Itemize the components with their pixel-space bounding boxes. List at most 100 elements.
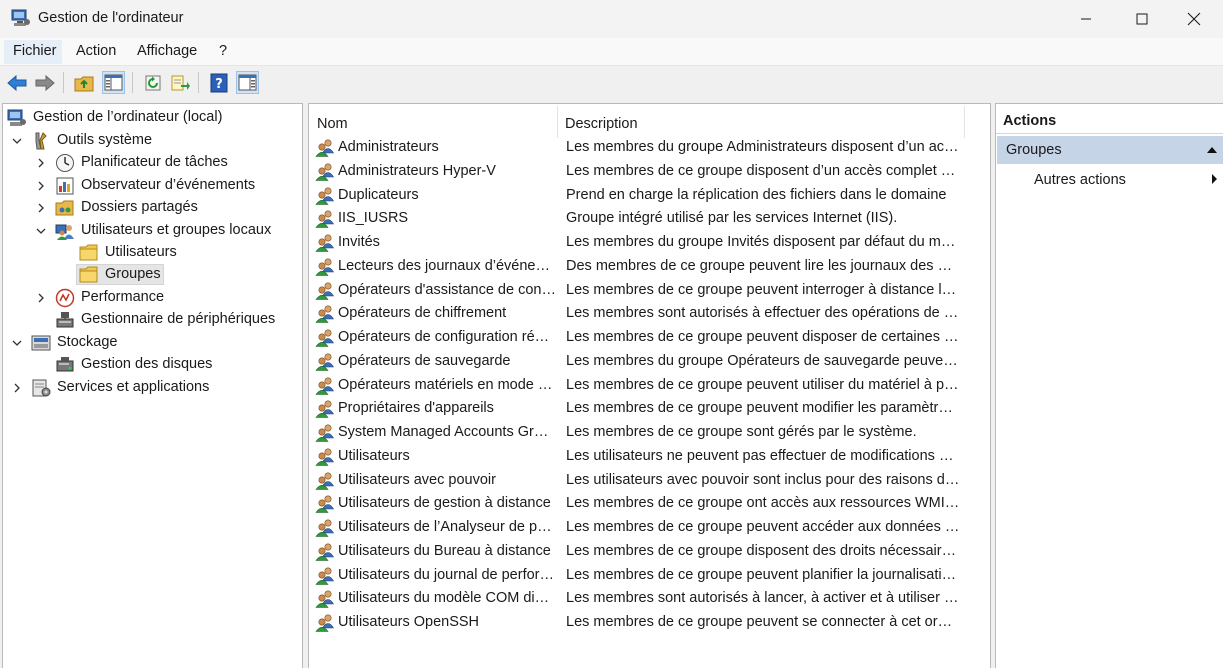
group-name: Opérateurs matériels en mode distant bbox=[338, 376, 556, 393]
help-button[interactable]: ? bbox=[207, 71, 230, 94]
computer-management-icon bbox=[11, 9, 30, 26]
list-item[interactable]: Utilisateurs OpenSSH Les membres de ce gr… bbox=[313, 611, 963, 634]
close-icon bbox=[1187, 12, 1201, 26]
tree-item-utilisateurs[interactable]: Utilisateurs bbox=[3, 242, 302, 264]
group-description: Prend en charge la réplication des fichi… bbox=[566, 186, 947, 203]
export-list-button[interactable] bbox=[168, 71, 191, 94]
minimize-button[interactable] bbox=[1057, 0, 1115, 38]
tree-item-gestion-ordinateur[interactable]: Gestion de l’ordinateur (local) bbox=[3, 107, 302, 129]
group-name: Duplicateurs bbox=[338, 186, 419, 203]
group-icon bbox=[315, 614, 335, 632]
maximize-button[interactable] bbox=[1113, 0, 1171, 38]
chevron-right-icon[interactable] bbox=[35, 180, 47, 192]
group-name: Utilisateurs du modèle COM distribué bbox=[338, 590, 556, 607]
tree-item-gestionnaire-peripheriques[interactable]: Gestionnaire de périphériques bbox=[3, 309, 302, 331]
collapse-up-icon[interactable] bbox=[1206, 146, 1218, 154]
group-icon bbox=[315, 186, 335, 205]
tree-item-dossiers-partages[interactable]: Dossiers partagés bbox=[3, 197, 302, 219]
list-item[interactable]: Opérateurs de sauvegarde Les membres du g… bbox=[313, 350, 963, 373]
minimize-icon bbox=[1081, 18, 1091, 20]
menu-action[interactable]: Action bbox=[76, 43, 116, 59]
forward-button[interactable] bbox=[33, 71, 56, 94]
up-folder-button[interactable] bbox=[72, 71, 95, 94]
show-hide-tree-icon bbox=[104, 74, 123, 91]
back-button[interactable] bbox=[5, 71, 28, 94]
group-name: Opérateurs de sauvegarde bbox=[338, 352, 511, 369]
results-list[interactable]: Nom Description Administrateurs Les membr… bbox=[308, 103, 991, 668]
tree-label: Performance bbox=[81, 289, 165, 305]
group-description: Les membres de ce groupe peuvent interro… bbox=[566, 281, 960, 298]
list-item[interactable]: Opérateurs de chiffrement Les membres son… bbox=[313, 302, 963, 325]
list-item[interactable]: Administrateurs Les membres du groupe Adm… bbox=[313, 136, 963, 159]
list-item[interactable]: Opérateurs matériels en mode distant Les … bbox=[313, 374, 963, 397]
tree-item-services-applications[interactable]: Services et applications bbox=[3, 377, 302, 399]
group-icon bbox=[315, 258, 335, 276]
list-item[interactable]: IIS_IUSRS Groupe intégré utilisé par les … bbox=[313, 207, 963, 230]
tree-label: Gestion de l’ordinateur (local) bbox=[33, 109, 223, 125]
title-bar: Gestion de l'ordinateur bbox=[0, 0, 1223, 38]
tree-label: Dossiers partagés bbox=[81, 199, 198, 215]
folder-icon bbox=[79, 266, 98, 283]
list-item[interactable]: Duplicateurs Prend en charge la réplicati… bbox=[313, 184, 963, 207]
tree-item-performance[interactable]: Performance bbox=[3, 287, 302, 309]
services-applications-icon bbox=[32, 379, 51, 397]
list-item[interactable]: Opérateurs de configuration réseau Les me… bbox=[313, 326, 963, 349]
chevron-right-icon[interactable] bbox=[35, 292, 47, 304]
group-description: Les membres de ce groupe sont gérés par … bbox=[566, 424, 917, 440]
list-item[interactable]: Utilisateurs de gestion à distance Les me… bbox=[313, 492, 963, 515]
refresh-button[interactable] bbox=[141, 71, 164, 94]
tree-item-utilisateurs-groupes-locaux[interactable]: Utilisateurs et groupes locaux bbox=[3, 220, 302, 242]
submenu-arrow-icon[interactable] bbox=[1211, 173, 1218, 185]
chevron-down-icon[interactable] bbox=[11, 135, 23, 147]
chevron-down-icon[interactable] bbox=[11, 337, 23, 349]
show-hide-action-pane-button[interactable] bbox=[236, 71, 259, 94]
chevron-right-icon[interactable] bbox=[35, 157, 47, 169]
list-item[interactable]: System Managed Accounts Group Les membres… bbox=[313, 421, 963, 444]
menu-help[interactable]: ? bbox=[219, 43, 227, 59]
group-description: Groupe intégré utilisé par les services … bbox=[566, 210, 898, 227]
tree-item-observateur[interactable]: Observateur d’événements bbox=[3, 175, 302, 197]
console-tree[interactable]: Gestion de l’ordinateur (local) Outils s… bbox=[2, 103, 303, 668]
chevron-right-icon[interactable] bbox=[11, 382, 23, 394]
list-item[interactable]: Utilisateurs Les utilisateurs ne peuvent … bbox=[313, 445, 963, 468]
toolbar: ? bbox=[0, 67, 1223, 98]
list-item[interactable]: Utilisateurs avec pouvoir Les utilisateur… bbox=[313, 469, 963, 492]
list-item[interactable]: Utilisateurs du Bureau à distance Les mem… bbox=[313, 540, 963, 563]
group-name: Invités bbox=[338, 234, 380, 250]
actions-group-groupes[interactable]: Groupes bbox=[997, 136, 1223, 164]
list-item[interactable]: Propriétaires d'appareils Les membres de … bbox=[313, 397, 963, 420]
list-item[interactable]: Administrateurs Hyper-V Les membres de ce… bbox=[313, 160, 963, 183]
actions-item-autres-actions[interactable]: Autres actions bbox=[1034, 172, 1126, 188]
tree-item-outils-systeme[interactable]: Outils système bbox=[3, 130, 302, 152]
column-header-nom[interactable]: Nom bbox=[317, 110, 348, 138]
tree-item-gestion-disques[interactable]: Gestion des disques bbox=[3, 354, 302, 376]
tree-label: Groupes bbox=[105, 266, 161, 282]
menu-fichier[interactable]: Fichier bbox=[13, 43, 57, 59]
group-icon bbox=[315, 495, 335, 514]
tree-label: Gestion des disques bbox=[81, 356, 213, 372]
list-item[interactable]: Opérateurs d'assistance de contrôle d'ac… bbox=[313, 279, 963, 302]
tree-label: Planificateur de tâches bbox=[81, 154, 228, 170]
tree-item-groupes[interactable]: Groupes bbox=[3, 264, 302, 286]
show-hide-tree-button[interactable] bbox=[102, 71, 125, 94]
menu-affichage[interactable]: Affichage bbox=[137, 43, 197, 59]
tree-item-stockage[interactable]: Stockage bbox=[3, 332, 302, 354]
column-header-description[interactable]: Description bbox=[565, 110, 638, 138]
group-icon bbox=[315, 329, 335, 347]
group-description: Les membres de ce groupe disposent d’un … bbox=[566, 162, 960, 179]
tree-item-planificateur[interactable]: Planificateur de tâches bbox=[3, 152, 302, 174]
list-item[interactable]: Invités Les membres du groupe Invités dis… bbox=[313, 231, 963, 254]
group-icon bbox=[315, 471, 335, 490]
list-item[interactable]: Utilisateurs de l’Analyseur de performan… bbox=[313, 516, 963, 539]
list-item[interactable]: Utilisateurs du modèle COM distribué Les … bbox=[313, 587, 963, 610]
actions-item-label: Autres actions bbox=[1034, 172, 1126, 188]
close-button[interactable] bbox=[1165, 0, 1223, 38]
group-description: Les membres de ce groupe peuvent planifi… bbox=[566, 566, 960, 583]
group-description: Les membres de ce groupe peuvent modifie… bbox=[566, 400, 960, 417]
group-description: Les utilisateurs ne peuvent pas effectue… bbox=[566, 447, 960, 464]
list-item[interactable]: Lecteurs des journaux d’événements Des me… bbox=[313, 255, 963, 278]
list-item[interactable]: Utilisateurs du journal de performances L… bbox=[313, 564, 963, 587]
chevron-down-icon[interactable] bbox=[35, 225, 47, 237]
group-icon bbox=[315, 519, 335, 537]
chevron-right-icon[interactable] bbox=[35, 202, 47, 214]
